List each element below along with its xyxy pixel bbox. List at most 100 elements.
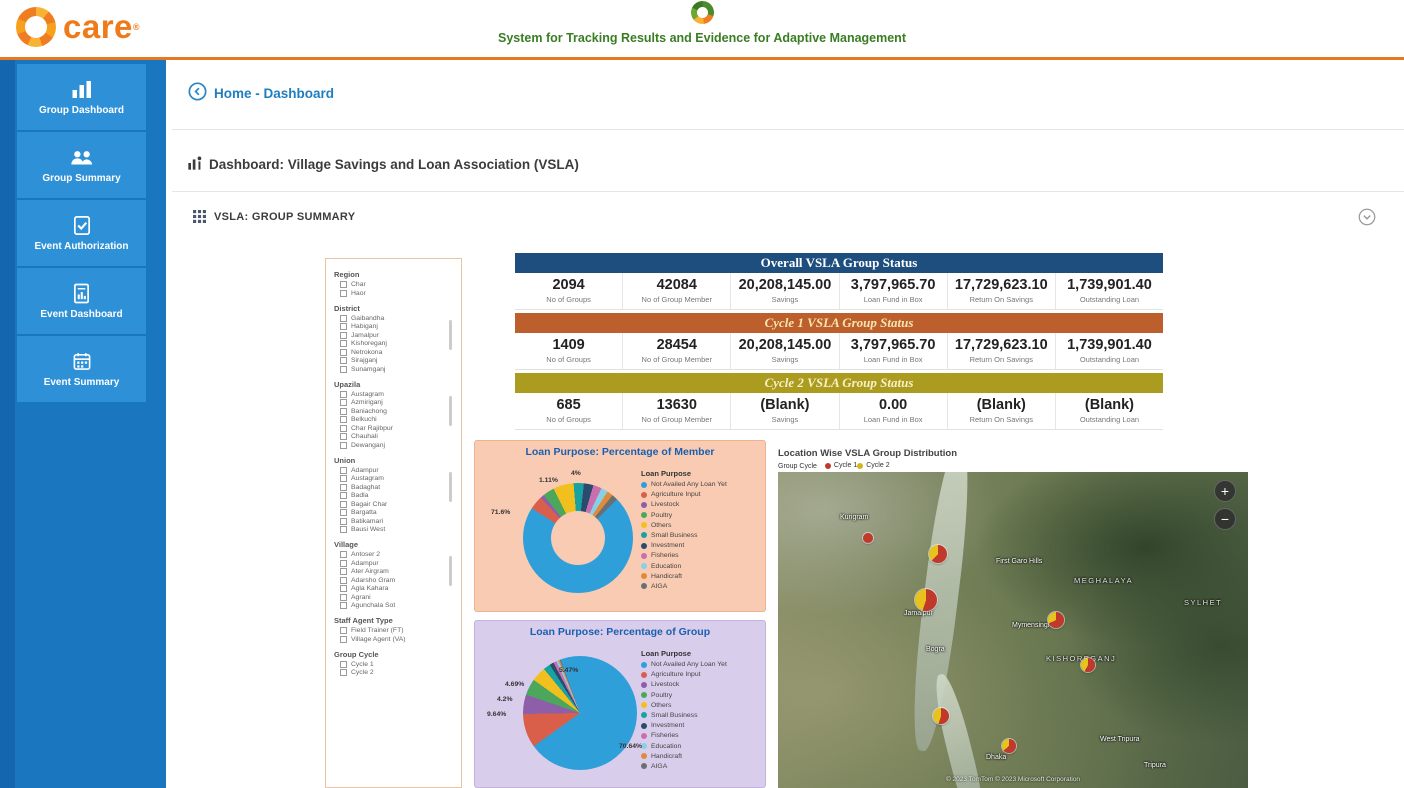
filter-option-austagram[interactable]: Austagram <box>340 391 453 398</box>
filter-option-jamalpur[interactable]: Jamalpur <box>340 332 453 339</box>
filter-option-char-rajibpur[interactable]: Char Rajibpur <box>340 425 453 432</box>
filter-option-chauhali[interactable]: Chauhali <box>340 433 453 440</box>
filter-option-badaghat[interactable]: Badaghat <box>340 484 453 491</box>
checkbox-icon[interactable] <box>340 290 347 297</box>
filter-option-batikamari[interactable]: Batikamari <box>340 518 453 525</box>
filter-option-dewanganj[interactable]: Dewanganj <box>340 442 453 449</box>
map-legend-title: Group Cycle <box>778 463 817 470</box>
checkbox-icon[interactable] <box>340 560 347 567</box>
map-cluster-marker[interactable] <box>863 533 873 543</box>
checkbox-icon[interactable] <box>340 594 347 601</box>
filter-option-sunamganj[interactable]: Sunamganj <box>340 366 453 373</box>
checkbox-icon[interactable] <box>340 602 347 609</box>
filter-option-agla-kahara[interactable]: Agla Kahara <box>340 585 453 592</box>
filter-option-badla[interactable]: Badla <box>340 492 453 499</box>
filter-option-sirajganj[interactable]: Sirajganj <box>340 357 453 364</box>
checkbox-icon[interactable] <box>340 391 347 398</box>
checkbox-icon[interactable] <box>340 332 347 339</box>
filter-option-adarsho-gram[interactable]: Adarsho Gram <box>340 577 453 584</box>
checkbox-icon[interactable] <box>340 408 347 415</box>
pie-chart-group[interactable]: Loan Purpose Not Availed Any Loan YetAgr… <box>475 643 765 787</box>
mini-scrollbar[interactable] <box>449 320 452 350</box>
filter-option-village-agent-va[interactable]: Village Agent (VA) <box>340 636 453 643</box>
breadcrumb[interactable]: Home - Dashboard <box>188 82 334 104</box>
checkbox-icon[interactable] <box>340 467 347 474</box>
donut-chart-member[interactable]: Loan Purpose Not Availed Any Loan YetAgr… <box>475 463 765 611</box>
map-cluster-marker[interactable] <box>915 589 937 611</box>
checkbox-icon[interactable] <box>340 661 347 668</box>
filter-option-label: Agunchala Sot <box>351 602 395 609</box>
vsla-distribution-map[interactable]: + − © 2023 TomTom © 2023 Microsoft Corpo… <box>778 472 1248 788</box>
mini-scrollbar[interactable] <box>449 472 452 502</box>
filter-option-bargatta[interactable]: Bargatta <box>340 509 453 516</box>
map-place-label: Dhaka <box>986 754 1006 761</box>
checkbox-icon[interactable] <box>340 323 347 330</box>
map-cluster-marker[interactable] <box>1048 612 1064 628</box>
filter-option-kishoreganj[interactable]: Kishoreganj <box>340 340 453 347</box>
filter-option-adampur[interactable]: Adampur <box>340 467 453 474</box>
filter-option-haor[interactable]: Haor <box>340 290 453 297</box>
checkbox-icon[interactable] <box>340 501 347 508</box>
map-zoom-in-button[interactable]: + <box>1214 480 1236 502</box>
checkbox-icon[interactable] <box>340 568 347 575</box>
filter-option-agunchala-sot[interactable]: Agunchala Sot <box>340 602 453 609</box>
sidebar-item-event-summary[interactable]: Event Summary <box>17 336 146 402</box>
filter-option-agrani[interactable]: Agrani <box>340 594 453 601</box>
filter-option-cycle-2[interactable]: Cycle 2 <box>340 669 453 676</box>
checkbox-icon[interactable] <box>340 484 347 491</box>
checkbox-icon[interactable] <box>340 627 347 634</box>
checkbox-icon[interactable] <box>340 509 347 516</box>
checkbox-icon[interactable] <box>340 577 347 584</box>
checkbox-icon[interactable] <box>340 636 347 643</box>
filter-option-field-trainer-ft[interactable]: Field Trainer (FT) <box>340 627 453 634</box>
checkbox-icon[interactable] <box>340 366 347 373</box>
filter-option-netrokona[interactable]: Netrokona <box>340 349 453 356</box>
mini-scrollbar[interactable] <box>449 556 452 586</box>
filter-option-cycle-1[interactable]: Cycle 1 <box>340 661 453 668</box>
checkbox-icon[interactable] <box>340 442 347 449</box>
checkbox-icon[interactable] <box>340 315 347 322</box>
map-cluster-marker[interactable] <box>1081 658 1095 672</box>
pie-plot[interactable] <box>523 656 637 770</box>
back-icon[interactable] <box>188 82 207 104</box>
map-cluster-marker[interactable] <box>933 708 949 724</box>
sidebar-item-event-dashboard[interactable]: Event Dashboard <box>17 268 146 334</box>
filter-option-gaibandha[interactable]: Gaibandha <box>340 315 453 322</box>
checkbox-icon[interactable] <box>340 399 347 406</box>
checkbox-icon[interactable] <box>340 492 347 499</box>
checkbox-icon[interactable] <box>340 416 347 423</box>
filter-option-antoser-2[interactable]: Antoser 2 <box>340 551 453 558</box>
checkbox-icon[interactable] <box>340 433 347 440</box>
checkbox-icon[interactable] <box>340 526 347 533</box>
collapse-section-button[interactable] <box>1358 208 1376 229</box>
checkbox-icon[interactable] <box>340 518 347 525</box>
filter-option-azmiriganj[interactable]: Azmiriganj <box>340 399 453 406</box>
map-cluster-marker[interactable] <box>1002 739 1016 753</box>
mini-scrollbar[interactable] <box>449 396 452 426</box>
checkbox-icon[interactable] <box>340 585 347 592</box>
filter-option-ater-airgram[interactable]: Ater Airgram <box>340 568 453 575</box>
filter-option-char[interactable]: Char <box>340 281 453 288</box>
filter-option-adampur[interactable]: Adampur <box>340 560 453 567</box>
filter-option-habiganj[interactable]: Habiganj <box>340 323 453 330</box>
checkbox-icon[interactable] <box>340 669 347 676</box>
sidebar-item-group-dashboard[interactable]: Group Dashboard <box>17 64 146 130</box>
map-cluster-marker[interactable] <box>929 545 947 563</box>
filter-option-baniachong[interactable]: Baniachong <box>340 408 453 415</box>
checkbox-icon[interactable] <box>340 340 347 347</box>
checkbox-icon[interactable] <box>340 551 347 558</box>
breadcrumb-label[interactable]: Home - Dashboard <box>214 86 334 101</box>
filter-option-bagair-char[interactable]: Bagair Char <box>340 501 453 508</box>
checkbox-icon[interactable] <box>340 349 347 356</box>
pie-data-label: 70.64% <box>619 743 642 750</box>
checkbox-icon[interactable] <box>340 357 347 364</box>
filter-option-austagram[interactable]: Austagram <box>340 475 453 482</box>
sidebar-item-event-authorization[interactable]: Event Authorization <box>17 200 146 266</box>
filter-option-bausi-west[interactable]: Bausi West <box>340 526 453 533</box>
sidebar-item-group-summary[interactable]: Group Summary <box>17 132 146 198</box>
checkbox-icon[interactable] <box>340 281 347 288</box>
checkbox-icon[interactable] <box>340 425 347 432</box>
map-zoom-out-button[interactable]: − <box>1214 508 1236 530</box>
filter-option-belkuchi[interactable]: Belkuchi <box>340 416 453 423</box>
checkbox-icon[interactable] <box>340 475 347 482</box>
